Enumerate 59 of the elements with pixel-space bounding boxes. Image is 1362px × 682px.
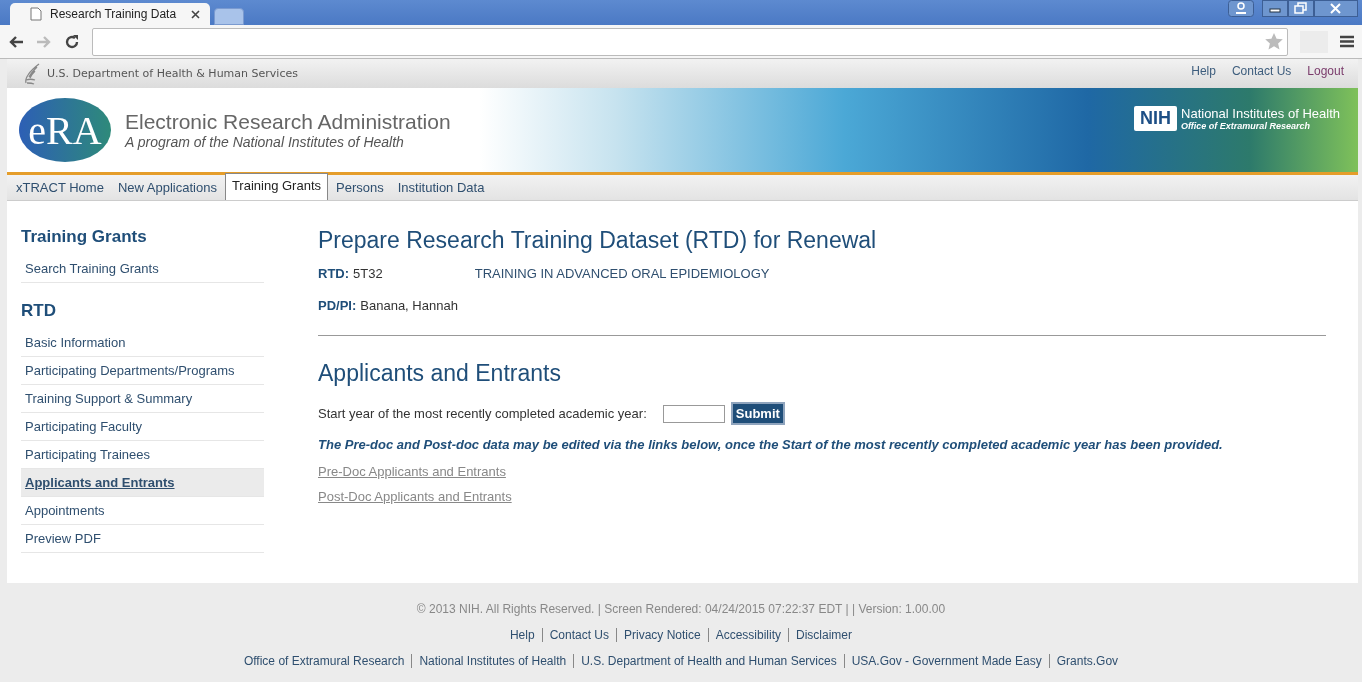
top-link[interactable]: Logout xyxy=(1307,63,1344,78)
menu-icon[interactable] xyxy=(1340,35,1354,48)
footer-link[interactable]: Disclaimer xyxy=(796,628,853,642)
era-logo: eRA xyxy=(19,98,111,162)
close-icon[interactable] xyxy=(1314,0,1358,17)
back-icon[interactable] xyxy=(8,34,24,49)
sidebar-item[interactable]: Basic Information xyxy=(21,329,264,357)
section-link[interactable]: Post-Doc Applicants and Entrants xyxy=(318,489,512,504)
nih-office: Office of Extramural Research xyxy=(1181,120,1311,131)
restore-icon[interactable] xyxy=(1288,0,1314,17)
field-label: RTD: xyxy=(318,266,350,281)
browser-tab[interactable]: Research Training Data xyxy=(10,3,210,25)
footer-link[interactable]: U.S. Department of Health and Human Services xyxy=(581,654,837,668)
star-icon[interactable] xyxy=(1265,33,1283,50)
copyright-text: © 2013 NIH. All Rights Reserved. | Screen Rendered: 04/24/2015 07:22:37 EDT | | Version: 1.00.00 xyxy=(416,602,946,616)
nav-tab[interactable]: New Applications xyxy=(111,176,223,200)
nav-tab[interactable]: Institution Data xyxy=(391,176,491,200)
site-title: Electronic Research Administration xyxy=(125,110,451,134)
footer-link[interactable]: USA.Gov - Government Made Easy xyxy=(851,654,1042,668)
page-title: Prepare Research Training Dataset (RTD) for Renewal xyxy=(318,227,878,254)
reload-icon[interactable] xyxy=(64,33,80,50)
sidebar-item[interactable]: Appointments xyxy=(21,497,264,525)
agency-name: U.S. Department of Health & Human Services xyxy=(47,67,298,80)
field-label: PD/PI: xyxy=(318,298,357,313)
field-label: Start year of the most recently completed academic year: xyxy=(318,406,647,421)
nav-tab[interactable]: xTRACT Home xyxy=(10,176,110,200)
nih-name: National Institutes of Health xyxy=(1181,105,1340,121)
sidebar-item[interactable]: Preview PDF xyxy=(21,525,264,553)
footer-link[interactable]: Contact Us xyxy=(549,628,609,642)
submit-button[interactable]: Submit xyxy=(730,402,785,425)
field-value: TRAINING IN ADVANCED ORAL EPIDEMIOLOGY xyxy=(474,266,770,281)
footer-link[interactable]: Grants.Gov xyxy=(1056,654,1119,668)
user-icon[interactable] xyxy=(1228,0,1254,17)
sidebar-heading: Training Grants xyxy=(21,227,148,248)
site-subtitle: A program of the National Institutes of Health xyxy=(125,134,405,150)
sidebar-item[interactable]: Search Training Grants xyxy=(21,255,264,283)
sidebar-item[interactable]: Applicants and Entrants xyxy=(21,469,264,497)
year-input[interactable] xyxy=(662,404,725,423)
sidebar-item[interactable]: Training Support & Summary xyxy=(21,385,264,413)
footer-link[interactable]: Office of Extramural Research xyxy=(243,654,405,668)
section-title: Applicants and Entrants xyxy=(318,360,562,387)
sidebar-item[interactable]: Participating Departments/Programs xyxy=(21,357,264,385)
footer-link[interactable]: Accessibility xyxy=(715,628,782,642)
sidebar-item[interactable]: Participating Faculty xyxy=(21,413,264,441)
top-link[interactable]: Contact Us xyxy=(1231,63,1292,78)
page-icon xyxy=(30,7,42,21)
top-link[interactable]: Help xyxy=(1191,63,1216,78)
footer-link[interactable]: Help xyxy=(509,628,535,642)
close-icon[interactable] xyxy=(191,9,200,19)
sidebar-heading: RTD xyxy=(21,300,57,322)
footer-link[interactable]: National Institutes of Health xyxy=(419,654,567,668)
field-value: Banana, Hannah xyxy=(360,298,458,313)
nav-tab[interactable]: Training Grants xyxy=(224,173,328,200)
nih-logo: NIH xyxy=(1134,105,1177,131)
footer-link[interactable]: Privacy Notice xyxy=(624,628,701,642)
nav-tab[interactable]: Persons xyxy=(330,176,390,200)
field-value: 5T32 xyxy=(353,266,383,281)
section-link[interactable]: Pre-Doc Applicants and Entrants xyxy=(318,464,506,479)
note-text: The Pre-doc and Post-doc data may be edited via the links below, once the Start of the most recently completed academic year has been provided. xyxy=(318,437,1224,452)
